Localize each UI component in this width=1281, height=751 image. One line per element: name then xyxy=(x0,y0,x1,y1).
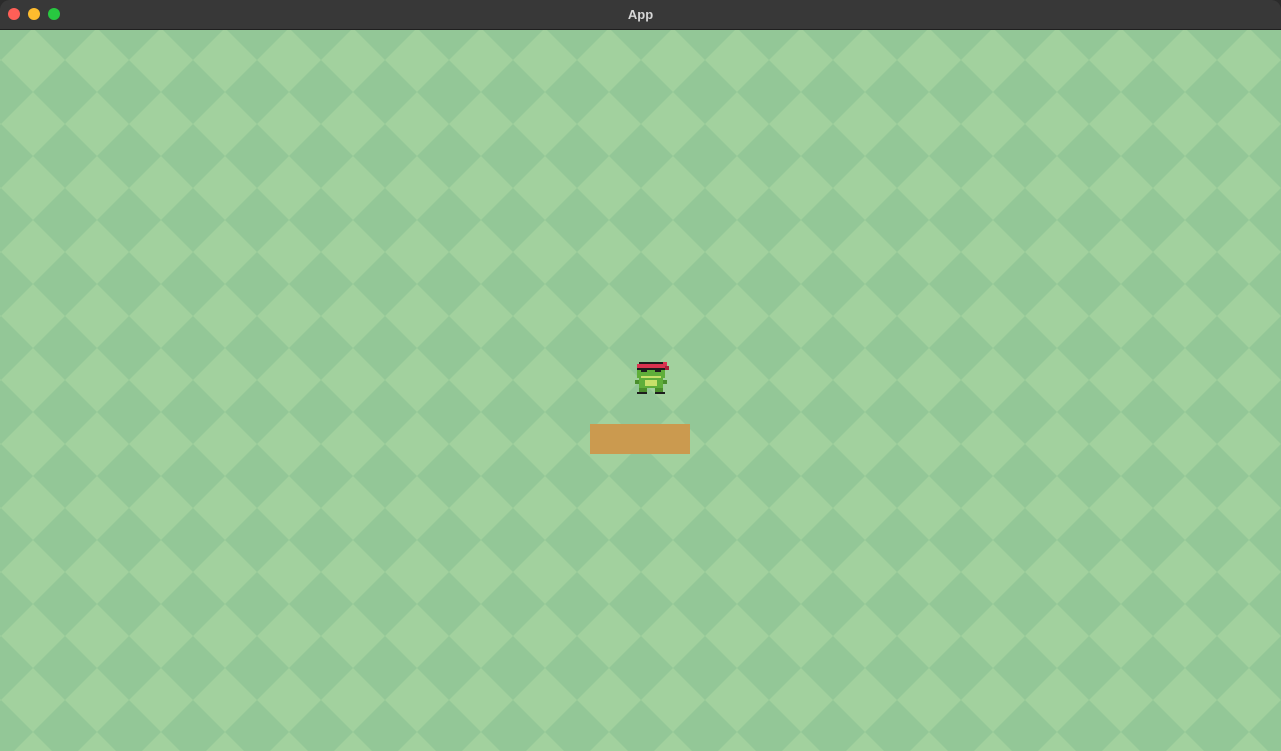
title-bar: App xyxy=(0,0,1281,30)
app-window: App xyxy=(0,0,1281,751)
game-canvas[interactable] xyxy=(0,30,1281,751)
frog-character-icon xyxy=(635,362,669,394)
window-title: App xyxy=(627,7,654,22)
platform-block xyxy=(590,424,690,454)
